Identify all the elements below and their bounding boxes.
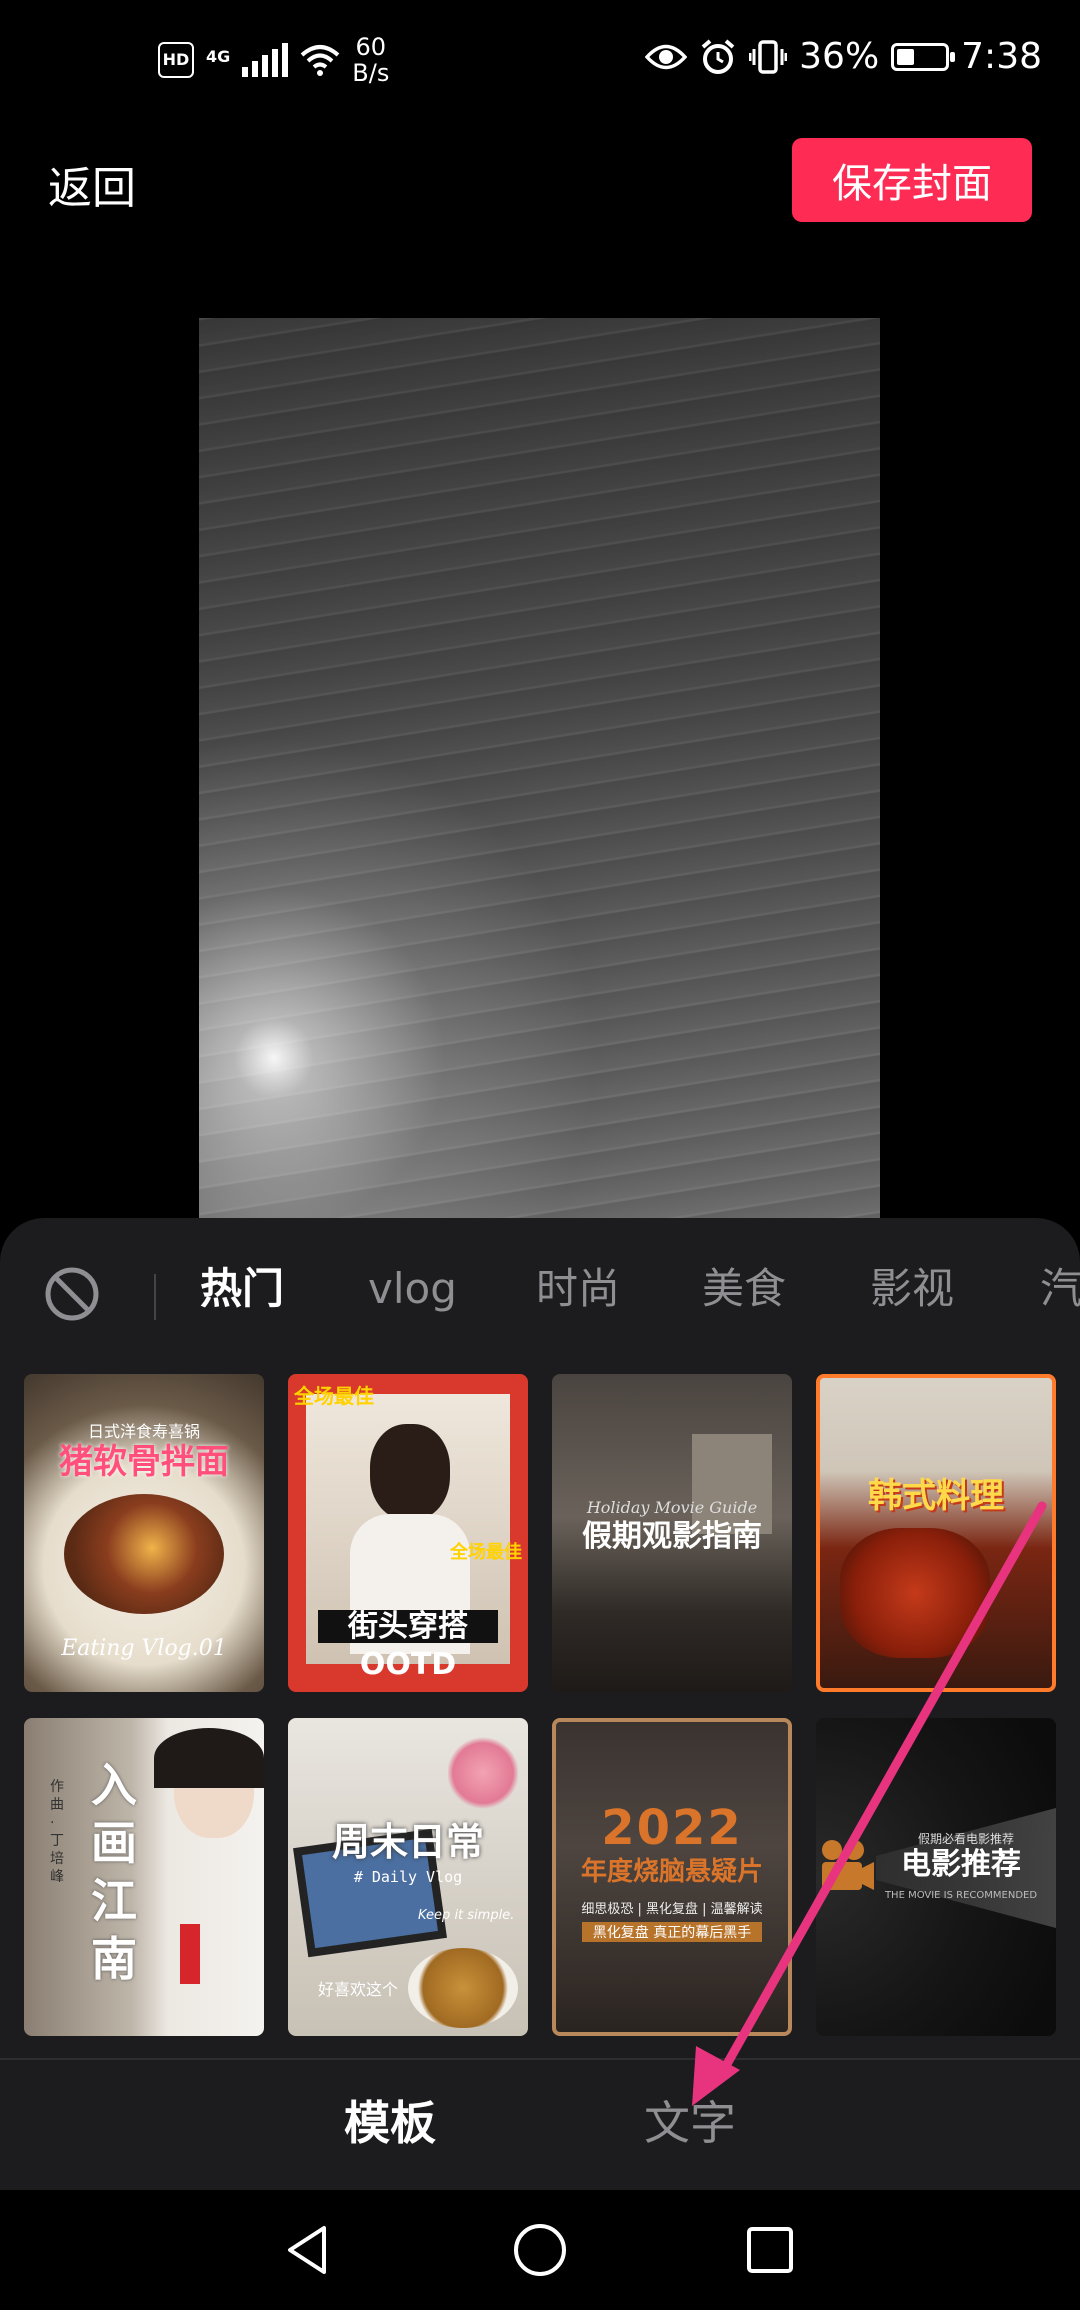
- template-caption: 黑化复盘 真正的幕后黑手: [582, 1922, 762, 1942]
- alarm-icon: [701, 38, 735, 74]
- status-left: HD 4G 60 B/s: [158, 34, 389, 86]
- speed-value: 60: [355, 33, 387, 61]
- template-title: 街头穿搭: [318, 1610, 498, 1643]
- category-bar: 热门 vlog 时尚 美食 影视 汽: [0, 1218, 1080, 1378]
- template-subtitle: 假期必看电影推荐: [917, 1832, 1014, 1846]
- template-title: 周末日常: [331, 1820, 484, 1864]
- template-title-2: OOTD: [359, 1647, 457, 1682]
- hd-badge: HD: [158, 42, 194, 78]
- tab-car[interactable]: 汽: [1040, 1268, 1080, 1310]
- template-subtitle: Holiday Movie Guide: [586, 1498, 758, 1517]
- template-tile[interactable]: 全场最佳 全场最佳 街头穿搭 OOTD: [288, 1374, 528, 1692]
- template-tile[interactable]: 周末日常 # Daily Vlog Keep it simple. 好喜欢这个: [288, 1718, 528, 2036]
- template-tile[interactable]: 韩式料理: [816, 1374, 1056, 1692]
- navigation-bar: [0, 2190, 1080, 2310]
- status-right: 36% 7:38: [645, 36, 1042, 77]
- template-title: 韩式料理: [868, 1476, 1004, 1516]
- template-caption: Eating Vlog.01: [61, 1636, 227, 1661]
- tab-divider: [0, 2058, 1080, 2060]
- back-nav-icon[interactable]: [278, 2220, 338, 2280]
- food-image: [64, 1494, 224, 1614]
- template-subtitle: # Daily Vlog: [353, 1868, 463, 1886]
- signal-icon: [242, 43, 289, 77]
- flower-image: [448, 1728, 518, 1818]
- category-divider: [154, 1274, 156, 1320]
- tab-text[interactable]: 文字: [644, 2100, 736, 2146]
- template-title: 电影推荐: [901, 1847, 1021, 1882]
- tab-hot[interactable]: 热门: [200, 1268, 284, 1310]
- vibrate-icon: [749, 39, 788, 74]
- hair-shape: [370, 1424, 450, 1520]
- template-tile[interactable]: 日式洋食寿喜锅 猪软骨拌面 Eating Vlog.01: [24, 1374, 264, 1692]
- template-tile[interactable]: 入画江南 作曲 · 丁培峰: [24, 1718, 264, 2036]
- template-note: 好喜欢这个: [318, 1980, 399, 1999]
- template-sheet: 热门 vlog 时尚 美食 影视 汽 日式洋食寿喜锅 猪软骨拌面 Eating …: [0, 1218, 1080, 2190]
- seal-stamp: [180, 1924, 200, 1984]
- template-title: 2022: [601, 1800, 743, 1856]
- speed-unit: B/s: [352, 59, 390, 87]
- template-title: 入画江南: [91, 1758, 137, 1986]
- back-button[interactable]: 返回: [48, 152, 136, 216]
- tab-food[interactable]: 美食: [702, 1268, 786, 1310]
- tab-vlog[interactable]: vlog: [368, 1268, 457, 1310]
- template-subtitle: 日式洋食寿喜锅: [87, 1422, 200, 1441]
- network-type: 4G: [206, 47, 231, 66]
- battery-icon: [891, 42, 956, 71]
- wifi-icon: [300, 45, 340, 76]
- save-cover-button[interactable]: 保存封面: [792, 138, 1032, 222]
- template-title: 猪软骨拌面: [59, 1442, 229, 1482]
- status-bar: HD 4G 60 B/s 36% 7:38: [0, 0, 1080, 125]
- tab-film[interactable]: 影视: [870, 1268, 954, 1310]
- no-style-icon[interactable]: [44, 1266, 100, 1322]
- battery-percent: 36%: [799, 36, 880, 77]
- cover-preview[interactable]: [199, 318, 880, 1218]
- eye-icon: [645, 44, 688, 69]
- tab-template[interactable]: 模板: [344, 2100, 436, 2146]
- home-nav-icon[interactable]: [510, 2220, 570, 2280]
- template-caption: Keep it simple.: [418, 1908, 515, 1923]
- template-subtitle: 作曲 · 丁培峰: [50, 1779, 64, 1885]
- template-tile[interactable]: 2022 年度烧脑悬疑片 细思极恐 | 黑化复盘 | 温馨解读 黑化复盘 真正的…: [552, 1718, 792, 2036]
- template-caption: THE MOVIE IS RECOMMENDED: [884, 1890, 1038, 1901]
- food-image: [840, 1528, 990, 1658]
- template-tile[interactable]: Holiday Movie Guide 假期观影指南: [552, 1374, 792, 1692]
- template-subtitle: 细思极恐 | 黑化复盘 | 温馨解读: [581, 1902, 763, 1917]
- template-title: 假期观影指南: [582, 1519, 762, 1554]
- battery-fill: [897, 48, 915, 65]
- template-badge: 全场最佳: [450, 1542, 522, 1563]
- hair-shape: [154, 1728, 264, 1788]
- template-badge: 全场最佳: [294, 1384, 374, 1408]
- noodle-bowl-image: [408, 1948, 518, 2028]
- recents-nav-icon[interactable]: [740, 2220, 800, 2280]
- template-tile[interactable]: 假期必看电影推荐 电影推荐 THE MOVIE IS RECOMMENDED: [816, 1718, 1056, 2036]
- clock: 7:38: [961, 36, 1042, 77]
- template-title-2: 年度烧脑悬疑片: [580, 1857, 763, 1887]
- network-speed: 60 B/s: [352, 34, 389, 86]
- tab-fashion[interactable]: 时尚: [536, 1268, 620, 1310]
